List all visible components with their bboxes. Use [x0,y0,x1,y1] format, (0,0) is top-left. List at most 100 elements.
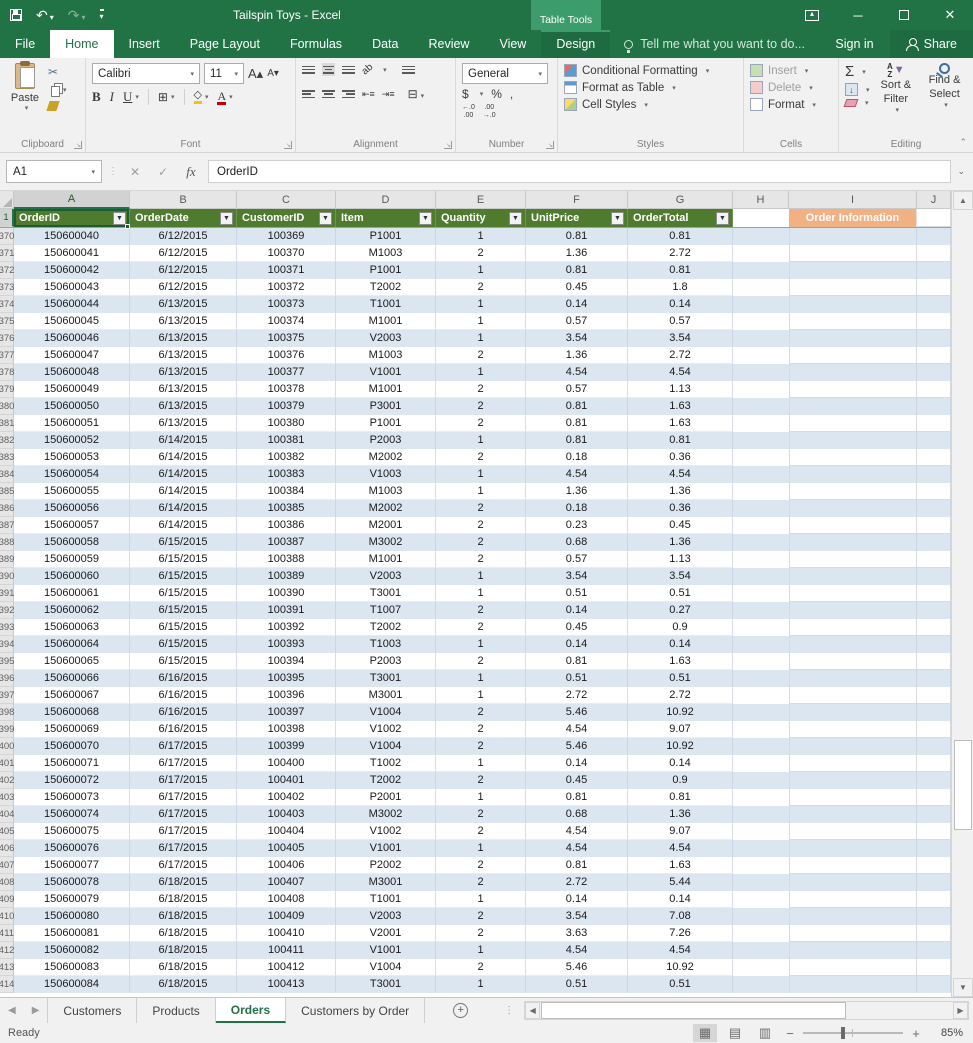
cell[interactable]: 0.81 [526,228,628,245]
orientation-button[interactable]: ab [360,62,376,78]
cell[interactable] [917,432,951,449]
cell[interactable] [789,330,917,347]
cell[interactable]: 6/13/2015 [130,381,237,398]
wrap-text-button[interactable] [401,64,415,75]
cell[interactable] [733,517,789,534]
copy-icon[interactable] [51,86,60,97]
cell[interactable]: 3.54 [526,908,628,925]
cell[interactable] [917,466,951,483]
row-header-398[interactable]: 398 [0,704,14,721]
cell[interactable]: 0.14 [526,296,628,313]
cell[interactable]: 0.14 [526,636,628,653]
cell[interactable]: 100406 [237,857,336,874]
cell[interactable] [917,704,951,721]
redo-button[interactable]: ↷ ▾ [68,8,86,22]
cell[interactable]: 1 [436,891,526,908]
formula-input[interactable]: OrderID [208,160,952,183]
cell[interactable]: 0.81 [526,857,628,874]
cell[interactable]: 0.81 [526,789,628,806]
column-header-D[interactable]: D [336,191,436,209]
row-header-410[interactable]: 410 [0,908,14,925]
sheet-tab-customers-by-order[interactable]: Customers by Order [286,998,426,1023]
cell[interactable]: V2001 [336,925,436,942]
cell[interactable] [733,619,789,636]
sort-filter-button[interactable]: A Z ▼ Sort & Filter ▾ [876,63,917,115]
column-header-A[interactable]: A [14,191,130,209]
underline-button[interactable]: U [123,89,132,105]
filter-dropdown-icon[interactable]: ▼ [509,211,522,225]
cell[interactable] [733,262,789,279]
cell[interactable]: 2.72 [526,874,628,891]
cell[interactable] [733,313,789,330]
cell[interactable]: 1 [436,466,526,483]
top-align-button[interactable] [302,64,315,75]
cell[interactable]: 4.54 [526,942,628,959]
filter-dropdown-icon[interactable]: ▼ [220,211,233,225]
cell[interactable]: 0.81 [526,398,628,415]
cell[interactable] [733,908,789,925]
cell[interactable]: 2 [436,772,526,789]
cell[interactable]: 100369 [237,228,336,245]
cell[interactable]: 100386 [237,517,336,534]
cell[interactable]: 150600061 [14,585,130,602]
cell[interactable]: 150600084 [14,976,130,993]
cell[interactable]: 6/16/2015 [130,704,237,721]
cell[interactable] [789,517,917,534]
selection-fill-handle[interactable] [125,224,130,229]
middle-align-button[interactable] [322,63,335,77]
column-header-E[interactable]: E [436,191,526,209]
cell[interactable] [789,347,917,364]
row-header-406[interactable]: 406 [0,840,14,857]
cell[interactable] [733,891,789,908]
cell[interactable]: 1.36 [526,245,628,262]
row-header-391[interactable]: 391 [0,585,14,602]
cell[interactable] [733,209,789,227]
column-header-I[interactable]: I [789,191,917,209]
increase-font-size-button[interactable]: A▴ [248,63,263,84]
cell[interactable] [789,364,917,381]
cell[interactable]: 6/13/2015 [130,330,237,347]
cell[interactable]: 1 [436,313,526,330]
cell[interactable] [917,959,951,976]
cell[interactable] [917,415,951,432]
cell[interactable]: 100382 [237,449,336,466]
horizontal-scroll-thumb[interactable] [541,1002,847,1019]
cell[interactable] [789,415,917,432]
cell[interactable]: 150600057 [14,517,130,534]
cell[interactable]: 100401 [237,772,336,789]
cell[interactable]: 150600041 [14,245,130,262]
cell[interactable]: 4.54 [526,466,628,483]
column-header-G[interactable]: G [628,191,733,209]
name-box[interactable]: A1 ▾ [6,160,102,183]
vertical-scroll-thumb[interactable] [954,740,972,830]
cell[interactable]: M1001 [336,313,436,330]
cell[interactable]: P2002 [336,857,436,874]
cancel-entry-icon[interactable]: ✕ [124,165,146,179]
cell[interactable] [789,585,917,602]
cell[interactable] [789,500,917,517]
cell[interactable]: T3001 [336,585,436,602]
cell[interactable]: 0.14 [628,296,733,313]
cell[interactable]: T3001 [336,670,436,687]
cell[interactable]: 150600040 [14,228,130,245]
cell[interactable]: 10.92 [628,959,733,976]
cell[interactable]: 100402 [237,789,336,806]
cell[interactable] [917,891,951,908]
cell[interactable]: 100385 [237,500,336,517]
cell[interactable] [789,245,917,262]
cell[interactable]: 6/15/2015 [130,636,237,653]
cell[interactable]: 2 [436,534,526,551]
cell[interactable]: M2001 [336,517,436,534]
cell[interactable]: 150600053 [14,449,130,466]
row-header-376[interactable]: 376 [0,330,14,347]
font-color-button[interactable]: A ▾ [217,90,233,105]
row-header-374[interactable]: 374 [0,296,14,313]
merge-center-button[interactable]: ⊟ ▾ [408,87,425,101]
cell[interactable]: 100397 [237,704,336,721]
cell[interactable]: 4.54 [526,840,628,857]
cell[interactable]: 6/15/2015 [130,619,237,636]
cell[interactable] [789,279,917,296]
cell[interactable]: 100395 [237,670,336,687]
increase-indent-button[interactable]: ⇥≡ [382,89,395,100]
cell[interactable] [733,279,789,296]
